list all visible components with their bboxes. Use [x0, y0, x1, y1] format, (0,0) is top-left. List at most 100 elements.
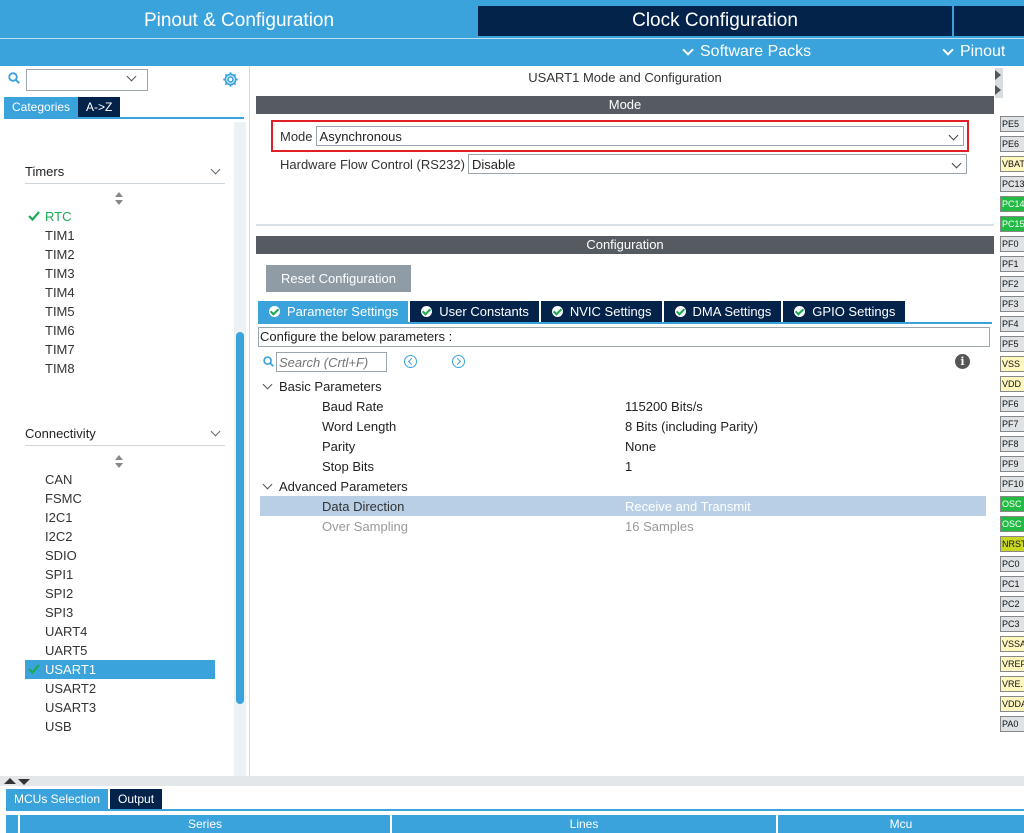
category-search-input[interactable] — [26, 69, 148, 91]
pin[interactable]: VREF — [1000, 656, 1024, 672]
sidebar-item-spi3[interactable]: SPI3 — [25, 603, 215, 622]
column-header-series[interactable]: Series — [18, 815, 390, 833]
panel-splitter[interactable] — [0, 776, 1024, 786]
sidebar-item-tim6[interactable]: TIM6 — [25, 321, 215, 340]
check-circle-icon — [794, 306, 806, 317]
tab-clock-configuration[interactable]: Clock Configuration — [478, 6, 952, 36]
scrollbar-thumb[interactable] — [236, 332, 244, 704]
pin[interactable]: VBAT — [1000, 156, 1024, 172]
pin[interactable]: PC13 — [1000, 176, 1024, 192]
pin[interactable]: PC3 — [1000, 616, 1024, 632]
pin[interactable]: VDDA — [1000, 696, 1024, 712]
sidebar-item-spi1[interactable]: SPI1 — [25, 565, 215, 584]
list-scroll-arrows[interactable] — [114, 455, 124, 469]
param-name: Data Direction — [322, 499, 405, 514]
sidebar-item-spi2[interactable]: SPI2 — [25, 584, 215, 603]
sidebar-item-usart2[interactable]: USART2 — [25, 679, 215, 698]
sidebar-item-sdio[interactable]: SDIO — [25, 546, 215, 565]
param-row-data-direction[interactable]: Data Direction Receive and Transmit — [260, 496, 986, 516]
tab-gpio-settings[interactable]: GPIO Settings — [783, 301, 906, 322]
arrow-down-icon[interactable] — [18, 779, 30, 785]
group-advanced-parameters[interactable]: Advanced Parameters — [260, 476, 986, 496]
pinout-menu[interactable]: Pinout — [940, 43, 1005, 61]
tab-user-constants[interactable]: User Constants — [410, 301, 539, 322]
sidebar-item-tim4[interactable]: TIM4 — [25, 283, 215, 302]
next-match-button[interactable] — [452, 355, 465, 368]
sidebar-item-tim3[interactable]: TIM3 — [25, 264, 215, 283]
flow-control-select[interactable]: Disable — [467, 154, 967, 174]
list-scroll-arrows[interactable] — [114, 192, 124, 206]
pin[interactable]: VDD — [1000, 376, 1024, 392]
pin[interactable]: PF2 — [1000, 276, 1024, 292]
pin[interactable]: PF6 — [1000, 396, 1024, 412]
pin[interactable]: PC14 — [1000, 196, 1024, 212]
pin[interactable]: PE6 — [1000, 136, 1024, 152]
pin[interactable]: PC2 — [1000, 596, 1024, 612]
sidebar-item-can[interactable]: CAN — [25, 470, 215, 489]
sidebar-item-i2c1[interactable]: I2C1 — [25, 508, 215, 527]
param-row-baud-rate[interactable]: Baud Rate 115200 Bits/s — [260, 396, 986, 416]
tab-output[interactable]: Output — [110, 789, 163, 809]
group-basic-parameters[interactable]: Basic Parameters — [260, 376, 986, 396]
sidebar-item-tim5[interactable]: TIM5 — [25, 302, 215, 321]
sidebar-item-uart4[interactable]: UART4 — [25, 622, 215, 641]
sidebar-item-usart1[interactable]: USART1 — [25, 660, 215, 679]
reset-configuration-button[interactable]: Reset Configuration — [266, 265, 411, 292]
pin[interactable]: NRST — [1000, 536, 1024, 552]
pin[interactable]: PC0 — [1000, 556, 1024, 572]
info-icon[interactable]: i — [955, 354, 970, 369]
tab-pinout-configuration[interactable]: Pinout & Configuration — [0, 6, 478, 36]
pin[interactable]: PF3 — [1000, 296, 1024, 312]
tab-categories[interactable]: Categories — [4, 97, 79, 117]
param-row-over-sampling[interactable]: Over Sampling 16 Samples — [260, 516, 986, 536]
mode-select[interactable]: Asynchronous — [315, 126, 964, 146]
previous-match-button[interactable] — [404, 355, 417, 368]
pin[interactable]: PF10 — [1000, 476, 1024, 492]
pin[interactable]: OSC — [1000, 516, 1024, 532]
param-row-parity[interactable]: Parity None — [260, 436, 986, 456]
group-header-connectivity[interactable]: Connectivity — [25, 422, 225, 446]
sidebar-item-tim7[interactable]: TIM7 — [25, 340, 215, 359]
sidebar-item-usart3[interactable]: USART3 — [25, 698, 215, 717]
sidebar-item-uart5[interactable]: UART5 — [25, 641, 215, 660]
column-header-mcu[interactable]: Mcu — [776, 815, 1024, 833]
param-row-stop-bits[interactable]: Stop Bits 1 — [260, 456, 986, 476]
pin[interactable]: VSS — [1000, 356, 1024, 372]
column-header-lines[interactable]: Lines — [390, 815, 776, 833]
tab-dma-settings[interactable]: DMA Settings — [663, 301, 782, 322]
pin[interactable]: PC15 — [1000, 216, 1024, 232]
pin[interactable]: PE5 — [1000, 116, 1024, 132]
tab-project-manager[interactable] — [952, 6, 1024, 36]
sidebar-item-usb[interactable]: USB — [25, 717, 215, 736]
parameter-search-input[interactable] — [276, 352, 387, 372]
param-row-word-length[interactable]: Word Length 8 Bits (including Parity) — [260, 416, 986, 436]
sidebar-item-fsmc[interactable]: FSMC — [25, 489, 215, 508]
pin[interactable]: VRE. — [1000, 676, 1024, 692]
panel-collapse-handle[interactable] — [995, 68, 1003, 98]
pin[interactable]: PF4 — [1000, 316, 1024, 332]
sidebar-item-tim8[interactable]: TIM8 — [25, 359, 215, 378]
pin[interactable]: PF9 — [1000, 456, 1024, 472]
pin[interactable]: VSSA — [1000, 636, 1024, 652]
pin[interactable]: PF8 — [1000, 436, 1024, 452]
sidebar-item-tim2[interactable]: TIM2 — [25, 245, 215, 264]
pin[interactable]: OSC — [1000, 496, 1024, 512]
arrow-up-icon[interactable] — [4, 778, 16, 784]
pin[interactable]: PF7 — [1000, 416, 1024, 432]
category-scrollbar[interactable] — [234, 122, 246, 776]
pin[interactable]: PF0 — [1000, 236, 1024, 252]
sidebar-item-tim1[interactable]: TIM1 — [25, 226, 215, 245]
pin[interactable]: PF1 — [1000, 256, 1024, 272]
software-packs-menu[interactable]: Software Packs — [680, 43, 811, 61]
sidebar-item-i2c2[interactable]: I2C2 — [25, 527, 215, 546]
tab-parameter-settings[interactable]: Parameter Settings — [258, 301, 409, 322]
tab-a-to-z[interactable]: A->Z — [78, 97, 121, 117]
gear-icon[interactable] — [222, 71, 239, 88]
group-header-timers[interactable]: Timers — [25, 160, 225, 184]
pin[interactable]: PC1 — [1000, 576, 1024, 592]
pin[interactable]: PA0 — [1000, 716, 1024, 732]
tab-nvic-settings[interactable]: NVIC Settings — [540, 301, 662, 322]
tab-mcus-selection[interactable]: MCUs Selection — [6, 789, 109, 809]
pin[interactable]: PF5 — [1000, 336, 1024, 352]
sidebar-item-rtc[interactable]: RTC — [25, 207, 215, 226]
